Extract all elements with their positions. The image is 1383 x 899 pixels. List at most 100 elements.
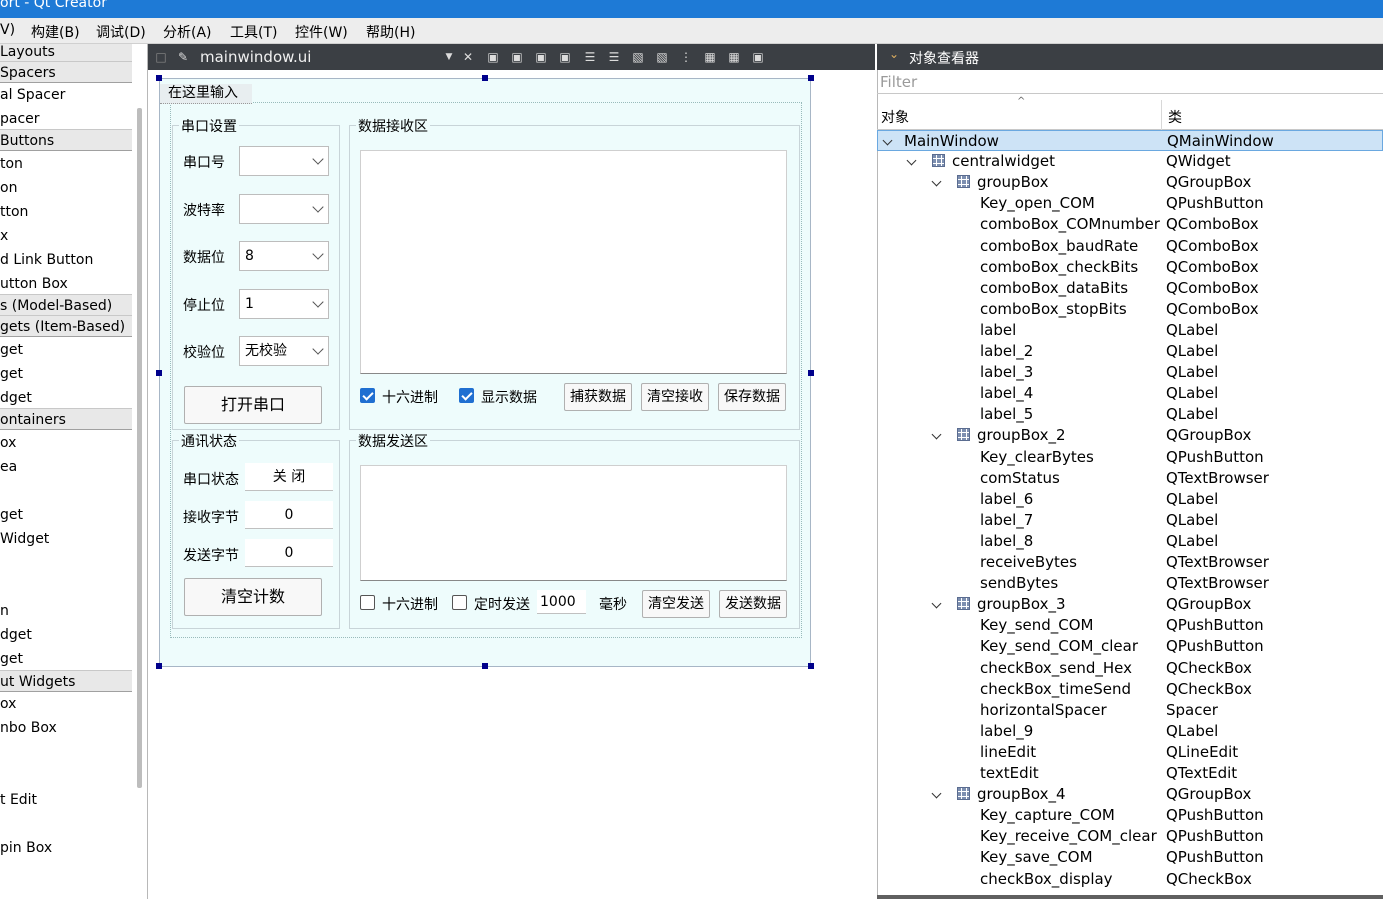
widget-box-item[interactable]	[0, 576, 132, 598]
layout-horizontal-icon[interactable]: ☰	[583, 50, 597, 64]
tree-row[interactable]: Key_open_COM QPushButton	[877, 193, 1383, 214]
resize-handle-t[interactable]	[482, 75, 488, 81]
widget-box-item[interactable]: t Edit	[0, 789, 132, 811]
clear-count-button[interactable]: 清空计数	[184, 578, 322, 616]
widget-box-item[interactable]: pin Box	[0, 837, 132, 859]
adjust-size-icon[interactable]: ▣	[751, 50, 765, 64]
widget-box-item[interactable]: get	[0, 648, 132, 670]
widget-category[interactable]: Layouts	[0, 44, 132, 62]
widget-box-scrollbar[interactable]	[137, 108, 142, 788]
tree-row[interactable]: Key_send_COM_clear QPushButton	[877, 636, 1383, 657]
tree-row[interactable]: groupBox_3 QGroupBox	[877, 594, 1383, 615]
expand-arrow-icon[interactable]	[882, 135, 893, 146]
widget-category[interactable]: Spacers	[0, 61, 132, 83]
parity-combo[interactable]: 无校验	[239, 336, 329, 366]
file-dropdown-icon[interactable]: ▼	[442, 50, 456, 64]
widget-box-item[interactable]: get	[0, 504, 132, 526]
tree-row[interactable]: sendBytes QTextBrowser	[877, 573, 1383, 594]
resize-handle-br[interactable]	[808, 663, 814, 669]
layout-vertical-icon[interactable]: ☰	[607, 50, 621, 64]
menu-tools[interactable]: 工具(T)	[230, 22, 277, 42]
object-filter-input[interactable]: Filter	[877, 70, 1383, 94]
menu-debug[interactable]: 调试(D)	[96, 22, 146, 42]
tree-row[interactable]: checkBox_timeSend QCheckBox	[877, 679, 1383, 700]
widget-category[interactable]: gets (Item-Based)	[0, 315, 132, 337]
stop-bits-combo[interactable]: 1	[239, 289, 329, 319]
tree-row[interactable]: label_4 QLabel	[877, 383, 1383, 404]
widget-box-item[interactable]: Widget	[0, 528, 132, 550]
tree-row[interactable]: lineEdit QLineEdit	[877, 742, 1383, 763]
resize-handle-l[interactable]	[156, 370, 162, 376]
edit-tab-order-icon[interactable]: ▣	[558, 50, 572, 64]
widget-box-item[interactable]	[0, 480, 132, 502]
widget-box-item[interactable]	[0, 765, 132, 787]
widget-box-item[interactable]: nbo Box	[0, 717, 132, 739]
tree-row[interactable]: groupBox_4 QGroupBox	[877, 784, 1383, 805]
edit-widgets-icon[interactable]: ▣	[486, 50, 500, 64]
receive-hex-checkbox[interactable]	[360, 388, 375, 403]
display-data-checkbox[interactable]	[459, 388, 474, 403]
widget-box-item[interactable]	[0, 813, 132, 835]
resize-handle-r[interactable]	[808, 370, 814, 376]
tree-row[interactable]: Key_receive_COM_clear QPushButton	[877, 826, 1383, 847]
tree-row[interactable]: groupBox_2 QGroupBox	[877, 425, 1383, 446]
tree-row[interactable]: label QLabel	[877, 320, 1383, 341]
tree-row[interactable]: comboBox_stopBits QComboBox	[877, 299, 1383, 320]
widget-category[interactable]: Buttons	[0, 129, 132, 151]
widget-box-item[interactable]: x	[0, 225, 132, 247]
widget-box-item[interactable]	[0, 741, 132, 763]
widget-box-item[interactable]: dget	[0, 624, 132, 646]
tree-row[interactable]: label_2 QLabel	[877, 341, 1383, 362]
expand-arrow-icon[interactable]	[906, 155, 917, 166]
open-file-name[interactable]: mainwindow.ui	[200, 48, 311, 66]
tree-row[interactable]: label_3 QLabel	[877, 362, 1383, 383]
widget-box-item[interactable]: on	[0, 177, 132, 199]
inspector-horizontal-scrollbar[interactable]	[877, 895, 1383, 899]
splitter-vertical-icon[interactable]: ▧	[655, 50, 669, 64]
widget-box-item[interactable]: ox	[0, 693, 132, 715]
send-data-button[interactable]: 发送数据	[719, 590, 787, 618]
tree-row[interactable]: Key_capture_COM QPushButton	[877, 805, 1383, 826]
send-text-area[interactable]	[360, 465, 787, 581]
widget-box-item[interactable]	[0, 552, 132, 574]
tree-row[interactable]: label_9 QLabel	[877, 721, 1383, 742]
widget-box-item[interactable]: dget	[0, 387, 132, 409]
receive-text-area[interactable]	[360, 150, 787, 374]
expand-arrow-icon[interactable]	[931, 176, 942, 187]
edit-signals-icon[interactable]: ▣	[510, 50, 524, 64]
timed-send-checkbox[interactable]	[452, 595, 467, 610]
expand-arrow-icon[interactable]	[931, 429, 942, 440]
widget-box-item[interactable]: get	[0, 363, 132, 385]
send-interval-input[interactable]: 1000	[537, 590, 586, 614]
resize-handle-b[interactable]	[482, 663, 488, 669]
form-menu-placeholder[interactable]: 在这里输入	[160, 84, 252, 104]
widget-category[interactable]: ontainers	[0, 408, 132, 430]
menu-widgets[interactable]: 控件(W)	[295, 22, 348, 42]
tree-row[interactable]: groupBox QGroupBox	[877, 172, 1383, 193]
close-file-icon[interactable]: ✕	[461, 50, 475, 64]
widget-box-item[interactable]: ton	[0, 153, 132, 175]
tree-row[interactable]: comboBox_checkBits QComboBox	[877, 257, 1383, 278]
chevron-down-icon[interactable]: ⌄	[889, 47, 899, 61]
layout-form-icon[interactable]: ⋮	[679, 50, 693, 64]
column-class-header[interactable]: 类	[1168, 107, 1182, 127]
widget-box-item[interactable]: n	[0, 600, 132, 622]
baud-rate-combo[interactable]	[239, 194, 329, 224]
resize-handle-tl[interactable]	[156, 75, 162, 81]
splitter-horizontal-icon[interactable]: ▧	[631, 50, 645, 64]
tree-row[interactable]: comboBox_dataBits QComboBox	[877, 278, 1383, 299]
widget-box-item[interactable]: ox	[0, 432, 132, 454]
tree-row[interactable]: label_6 QLabel	[877, 489, 1383, 510]
tree-row[interactable]: Key_save_COM QPushButton	[877, 847, 1383, 868]
save-data-button[interactable]: 保存数据	[718, 383, 786, 411]
widget-box-item[interactable]: al Spacer	[0, 84, 132, 106]
tree-row[interactable]: comStatus QTextBrowser	[877, 468, 1383, 489]
menu-view[interactable]: V)	[0, 22, 15, 38]
expand-arrow-icon[interactable]	[931, 788, 942, 799]
widget-box-item[interactable]: get	[0, 339, 132, 361]
tree-row[interactable]: Key_clearBytes QPushButton	[877, 447, 1383, 468]
send-hex-checkbox[interactable]	[360, 595, 375, 610]
widget-box-item[interactable]: ea	[0, 456, 132, 478]
tree-row[interactable]: textEdit QTextEdit	[877, 763, 1383, 784]
widget-box-item[interactable]: d Link Button	[0, 249, 132, 271]
